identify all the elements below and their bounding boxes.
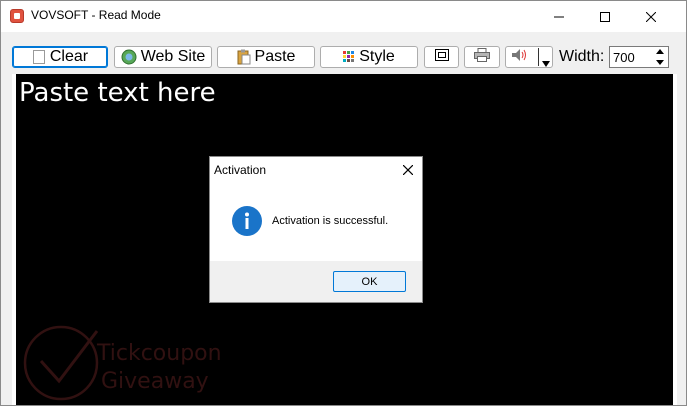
- fullscreen-button[interactable]: [424, 46, 459, 68]
- clear-button[interactable]: Clear: [12, 46, 108, 68]
- title-bar: VOVSOFT - Read Mode: [1, 1, 686, 32]
- paste-placeholder-text: Paste text here: [19, 78, 216, 108]
- website-button-label: Web Site: [140, 48, 206, 65]
- website-button[interactable]: Web Site: [114, 46, 212, 68]
- speaker-icon: [512, 48, 528, 66]
- app-icon: [10, 9, 24, 23]
- checkmark-circle-icon: [23, 325, 99, 401]
- spin-down-icon[interactable]: [656, 60, 664, 65]
- spin-buttons[interactable]: [654, 49, 666, 65]
- close-icon: [646, 11, 656, 22]
- page-icon: [32, 50, 46, 64]
- app-window: VOVSOFT - Read Mode Clear Web Site Paste…: [0, 0, 687, 406]
- watermark-logo: Tickcoupon Giveaway: [19, 317, 239, 405]
- close-button[interactable]: [628, 1, 674, 32]
- toolbar: Clear Web Site Paste Style Width: 700: [1, 32, 686, 72]
- dialog-title: Activation: [214, 163, 267, 177]
- clear-button-label: Clear: [49, 48, 89, 65]
- palette-icon: [343, 51, 355, 63]
- width-label: Width:: [559, 48, 605, 65]
- width-value[interactable]: 700: [613, 50, 635, 65]
- print-button[interactable]: [464, 46, 500, 68]
- maximize-button[interactable]: [582, 1, 628, 32]
- fullscreen-icon: [434, 48, 449, 66]
- close-icon: [403, 165, 413, 175]
- style-button-label: Style: [359, 48, 395, 65]
- speech-button[interactable]: [505, 46, 553, 68]
- minimize-icon: [554, 16, 564, 17]
- watermark-line-2: Giveaway: [101, 369, 209, 394]
- spin-up-icon[interactable]: [656, 49, 664, 54]
- info-icon: [232, 206, 262, 236]
- width-spinbox[interactable]: 700: [609, 46, 669, 68]
- dialog-footer: OK: [210, 261, 422, 302]
- ok-button[interactable]: OK: [333, 271, 406, 292]
- dialog-close-button[interactable]: [400, 162, 416, 178]
- maximize-icon: [600, 11, 610, 22]
- printer-icon: [474, 47, 490, 67]
- paste-button-label: Paste: [254, 48, 296, 65]
- style-button[interactable]: Style: [320, 46, 418, 68]
- window-title: VOVSOFT - Read Mode: [31, 8, 161, 22]
- minimize-button[interactable]: [536, 1, 582, 32]
- paste-button[interactable]: Paste: [217, 46, 315, 68]
- watermark-line-1: Tickcoupon: [97, 341, 222, 366]
- ok-button-label: OK: [361, 275, 378, 288]
- globe-icon: [121, 49, 137, 65]
- dropdown-arrow-icon[interactable]: [542, 54, 550, 72]
- dialog-message: Activation is successful.: [272, 215, 389, 227]
- activation-dialog: Activation Activation is successful. OK: [209, 156, 423, 303]
- split-divider: [538, 48, 539, 66]
- clipboard-icon: [237, 49, 251, 65]
